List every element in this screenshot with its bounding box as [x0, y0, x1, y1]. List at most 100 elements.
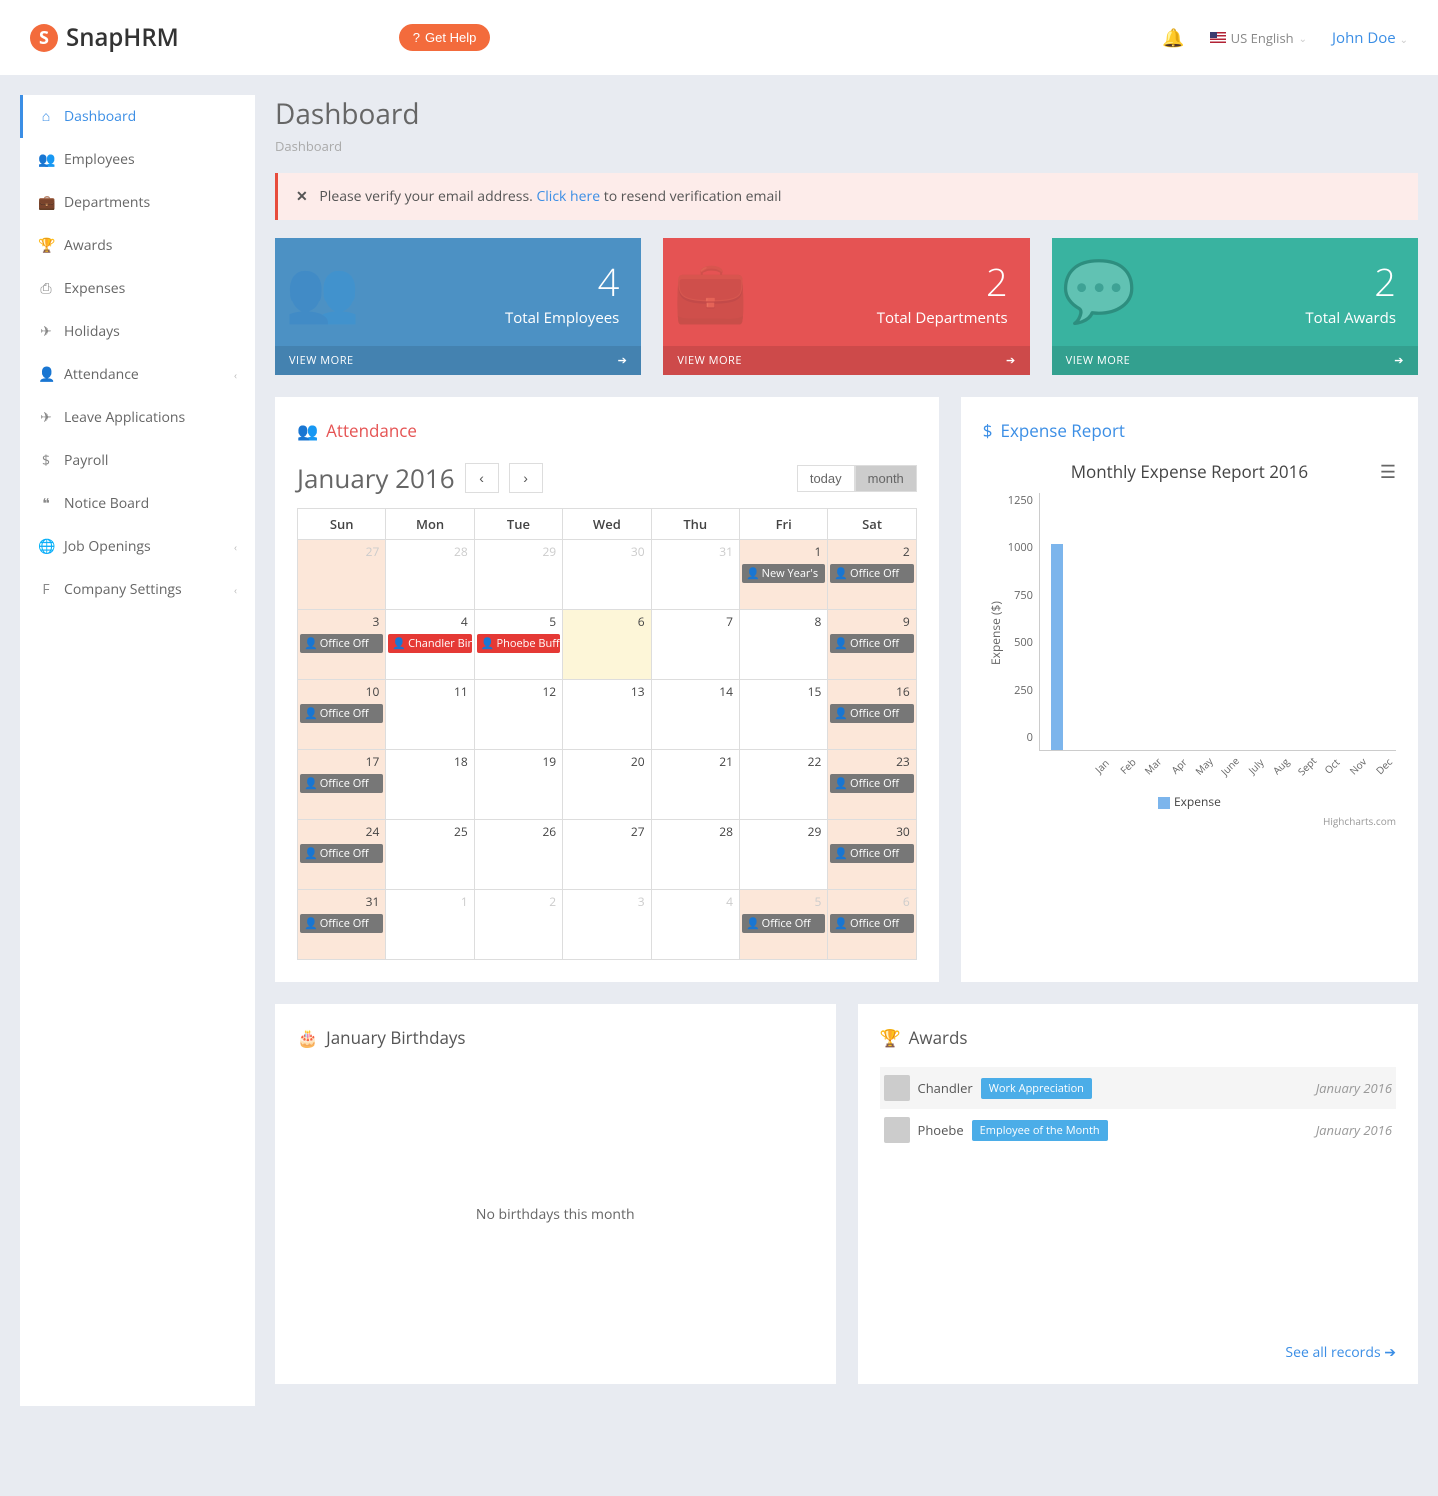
cal-cell[interactable]: 5👤Phoebe Buffa	[474, 610, 562, 680]
see-all-records-link[interactable]: See all records ➔	[880, 1343, 1397, 1362]
prev-month-button[interactable]: ‹	[465, 463, 499, 493]
cal-cell[interactable]: 15	[739, 680, 827, 750]
cal-event[interactable]: 👤Office Off	[742, 914, 825, 933]
cal-cell[interactable]: 27	[298, 540, 386, 610]
cal-cell[interactable]: 2	[474, 890, 562, 960]
sidebar-item-dashboard[interactable]: ⌂Dashboard	[20, 95, 255, 138]
cal-cell[interactable]: 29	[474, 540, 562, 610]
language-switcher[interactable]: US English ⌄	[1210, 29, 1307, 47]
cal-cell[interactable]: 18	[386, 750, 474, 820]
cal-event[interactable]: 👤Chandler Bing	[388, 634, 471, 653]
cal-cell[interactable]: 1👤New Year's	[739, 540, 827, 610]
cal-cell[interactable]: 14	[651, 680, 739, 750]
cal-cell[interactable]: 2👤Office Off	[828, 540, 916, 610]
chart-bar[interactable]	[1051, 544, 1063, 750]
sidebar-item-leave-applications[interactable]: ✈Leave Applications	[20, 396, 255, 439]
today-button[interactable]: today	[797, 465, 855, 492]
cal-cell[interactable]: 29	[739, 820, 827, 890]
cal-cell[interactable]: 1	[386, 890, 474, 960]
month-view-button[interactable]: month	[855, 465, 917, 492]
cal-cell[interactable]: 11	[386, 680, 474, 750]
cal-cell[interactable]: 25	[386, 820, 474, 890]
sidebar-item-company-settings[interactable]: FCompany Settings‹	[20, 568, 255, 611]
sidebar-item-attendance[interactable]: 👤Attendance‹	[20, 353, 255, 396]
cal-cell[interactable]: 21	[651, 750, 739, 820]
cal-event[interactable]: 👤Office Off	[830, 704, 913, 723]
cal-cell[interactable]: 16👤Office Off	[828, 680, 916, 750]
cal-event[interactable]: 👤Office Off	[830, 844, 913, 863]
cal-event[interactable]: 👤Office Off	[300, 704, 383, 723]
cal-cell[interactable]: 5👤Office Off	[739, 890, 827, 960]
cal-event[interactable]: 👤Office Off	[300, 844, 383, 863]
user-icon: 👤	[746, 916, 760, 931]
cal-event[interactable]: 👤Office Off	[830, 774, 913, 793]
cal-event[interactable]: 👤Phoebe Buffa	[477, 634, 560, 653]
cal-cell[interactable]: 10👤Office Off	[298, 680, 386, 750]
view-more-link[interactable]: VIEW MORE➔	[275, 346, 641, 375]
cal-cell[interactable]: 17👤Office Off	[298, 750, 386, 820]
chart-legend: Expense	[983, 793, 1396, 810]
cal-cell[interactable]: 22	[739, 750, 827, 820]
user-menu[interactable]: John Doe ⌄	[1332, 28, 1408, 48]
cal-event[interactable]: 👤New Year's	[742, 564, 825, 583]
cal-cell[interactable]: 24👤Office Off	[298, 820, 386, 890]
cal-cell[interactable]: 3	[563, 890, 651, 960]
cal-cell[interactable]: 12	[474, 680, 562, 750]
cal-cell[interactable]: 28	[651, 820, 739, 890]
chart-menu-icon[interactable]: ☰	[1380, 460, 1396, 484]
cal-cell[interactable]: 26	[474, 820, 562, 890]
next-month-button[interactable]: ›	[509, 463, 543, 493]
view-more-link[interactable]: VIEW MORE➔	[1052, 346, 1418, 375]
user-icon: 👤	[304, 916, 318, 931]
cal-event[interactable]: 👤Office Off	[830, 914, 913, 933]
cal-event[interactable]: 👤Office Off	[830, 634, 913, 653]
cal-event[interactable]: 👤Office Off	[300, 774, 383, 793]
cal-cell[interactable]: 31👤Office Off	[298, 890, 386, 960]
y-axis-label: Expense ($)	[983, 493, 1008, 773]
sidebar-item-notice-board[interactable]: ❝Notice Board	[20, 482, 255, 525]
logo[interactable]: S SnapHRM	[30, 21, 179, 54]
cal-header: Sun	[298, 509, 386, 540]
cal-cell[interactable]: 23👤Office Off	[828, 750, 916, 820]
cal-cell[interactable]: 3👤Office Off	[298, 610, 386, 680]
sidebar-icon: ❝	[38, 494, 54, 513]
cal-event[interactable]: 👤Office Off	[830, 564, 913, 583]
sidebar-item-employees[interactable]: 👥Employees	[20, 138, 255, 181]
sidebar-item-departments[interactable]: 💼Departments	[20, 181, 255, 224]
award-row[interactable]: PhoebeEmployee of the MonthJanuary 2016	[880, 1109, 1397, 1151]
cal-cell[interactable]: 4	[651, 890, 739, 960]
sidebar-item-expenses[interactable]: ⎙Expenses	[20, 267, 255, 310]
brand-text: SnapHRM	[66, 21, 179, 54]
cal-cell[interactable]: 4👤Chandler Bing	[386, 610, 474, 680]
sidebar-icon: 👥	[38, 150, 54, 169]
cal-cell[interactable]: 28	[386, 540, 474, 610]
award-row[interactable]: ChandlerWork AppreciationJanuary 2016	[880, 1067, 1397, 1109]
cal-cell[interactable]: 8	[739, 610, 827, 680]
sidebar-item-awards[interactable]: 🏆Awards	[20, 224, 255, 267]
get-help-button[interactable]: ? Get Help	[399, 24, 491, 51]
cal-cell[interactable]: 19	[474, 750, 562, 820]
sidebar-icon: ✈	[38, 408, 54, 427]
close-icon[interactable]: ✕	[296, 187, 308, 206]
cal-cell[interactable]: 9👤Office Off	[828, 610, 916, 680]
view-more-link[interactable]: VIEW MORE➔	[663, 346, 1029, 375]
award-badge: Work Appreciation	[981, 1078, 1092, 1099]
bell-icon[interactable]: 🔔	[1162, 26, 1184, 50]
cal-event[interactable]: 👤Office Off	[300, 634, 383, 653]
sidebar-item-payroll[interactable]: $Payroll	[20, 439, 255, 482]
cal-cell[interactable]: 20	[563, 750, 651, 820]
cal-event[interactable]: 👤Office Off	[300, 914, 383, 933]
cal-cell[interactable]: 30	[563, 540, 651, 610]
cal-cell[interactable]: 31	[651, 540, 739, 610]
cal-cell[interactable]: 6👤Office Off	[828, 890, 916, 960]
cal-header: Mon	[386, 509, 474, 540]
cal-cell[interactable]: 13	[563, 680, 651, 750]
cal-cell[interactable]: 7	[651, 610, 739, 680]
cal-cell[interactable]: 6	[563, 610, 651, 680]
cal-cell[interactable]: 27	[563, 820, 651, 890]
arrow-right-icon: ➔	[1394, 353, 1404, 368]
sidebar-item-job-openings[interactable]: 🌐Job Openings‹	[20, 525, 255, 568]
sidebar-item-holidays[interactable]: ✈Holidays	[20, 310, 255, 353]
cal-cell[interactable]: 30👤Office Off	[828, 820, 916, 890]
resend-link[interactable]: Click here	[536, 187, 600, 206]
